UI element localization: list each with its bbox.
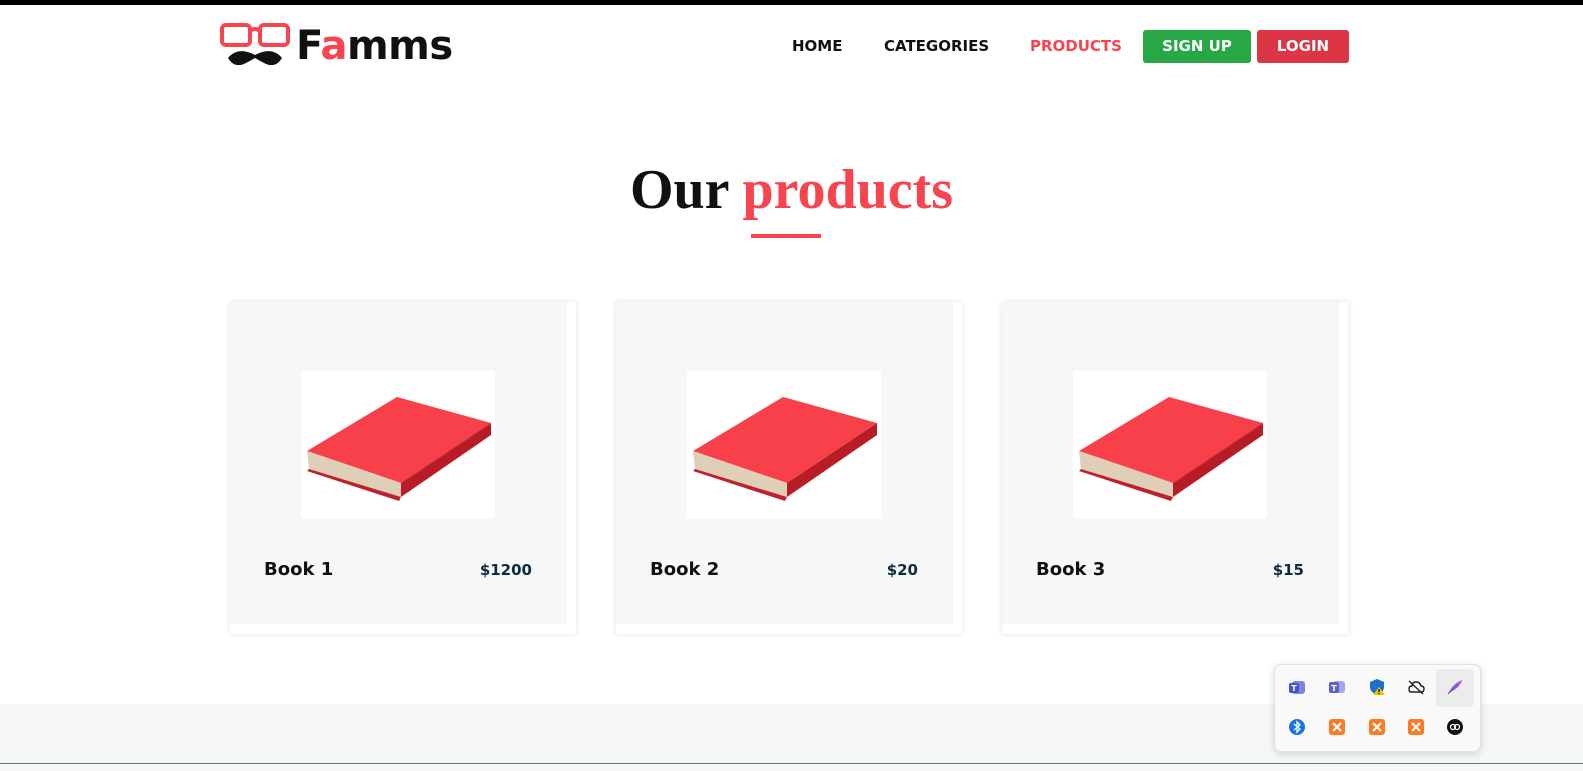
section-title: Our products [629,159,954,221]
svg-text:T: T [1331,684,1337,693]
defender-warning-icon[interactable] [1368,678,1386,696]
bluetooth-icon[interactable] [1288,718,1306,736]
product-image [1073,371,1267,518]
product-price: $20 [886,561,918,579]
title-underline [751,234,821,238]
product-name: Book 1 [264,559,334,580]
product-card[interactable]: Book 3 $15 [1002,302,1348,634]
product-image [301,371,495,518]
brand-logo[interactable]: Famms [220,22,480,70]
red-book-icon [693,397,877,501]
product-card-body: Book 1 $1200 [230,302,567,624]
xampp-icon[interactable] [1328,718,1346,736]
product-image [687,371,881,518]
teams-icon[interactable]: T [1288,678,1306,696]
xampp-icon[interactable] [1407,718,1425,736]
red-book-icon [1079,397,1263,501]
brand-name: Famms [296,23,453,69]
red-book-icon [307,397,491,501]
xampp-icon[interactable] [1368,718,1386,736]
product-name: Book 3 [1036,559,1106,580]
product-card[interactable]: Book 1 $1200 [230,302,576,634]
product-card-body: Book 2 $20 [616,302,953,624]
app-circle-icon[interactable] [1446,718,1464,736]
onedrive-offline-icon[interactable] [1407,678,1425,696]
product-price: $15 [1272,561,1304,579]
glasses-mustache-icon [220,23,290,66]
top-border [0,0,1583,5]
product-price: $1200 [479,561,532,579]
signup-button[interactable]: SIGN UP [1143,30,1251,63]
feather-icon[interactable] [1446,678,1464,696]
login-button[interactable]: LOGIN [1257,30,1349,63]
nav-categories[interactable]: CATEGORIES [884,30,989,63]
product-card-body: Book 3 $15 [1002,302,1339,624]
footer-divider [0,763,1583,764]
product-name: Book 2 [650,559,720,580]
nav-products[interactable]: PRODUCTS [1030,30,1122,63]
product-card[interactable]: Book 2 $20 [616,302,962,634]
teams-classic-icon[interactable]: T [1328,678,1346,696]
system-tray-overflow: T T [1274,664,1481,752]
svg-text:T: T [1291,684,1297,693]
nav-home[interactable]: HOME [792,30,842,63]
